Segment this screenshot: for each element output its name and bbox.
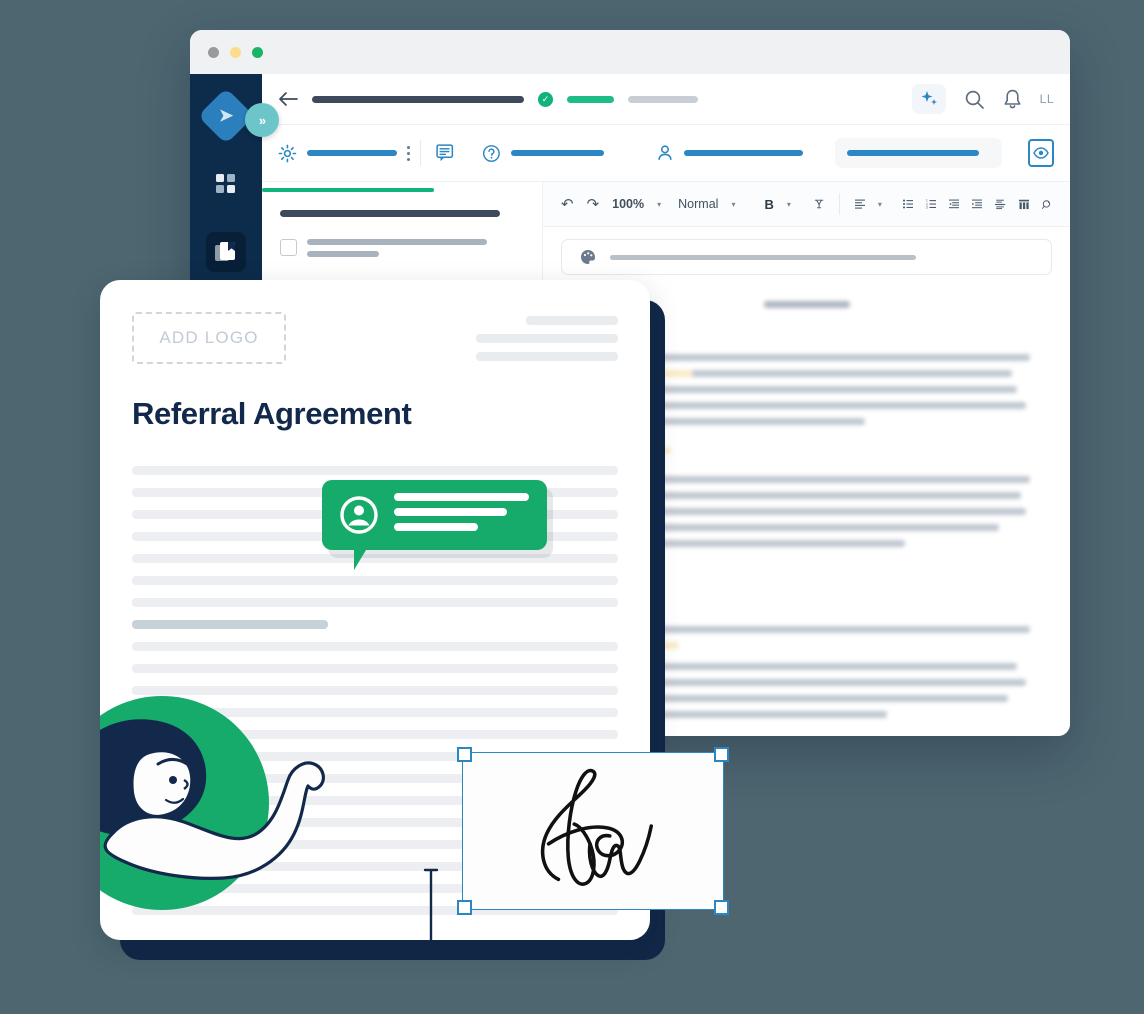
checkbox[interactable] [280,239,297,256]
illustration-eye [169,776,177,784]
window-titlebar [190,30,1070,74]
ai-assist-button[interactable] [911,84,946,114]
style-value-placeholder [610,254,916,260]
resize-handle-bottom-left[interactable] [457,900,472,915]
person-icon[interactable] [656,143,674,163]
style-input-row [543,227,1070,275]
arrow-left-icon[interactable] [278,91,298,107]
sidebar-expand-button[interactable]: » [245,103,279,137]
status-check-icon: ✓ [538,91,553,107]
avatar[interactable]: LL [1040,92,1054,106]
comment-bubble-lines [394,492,529,538]
app-logo-glyph: ➤ [218,106,234,125]
document-body-split-row-1 [132,576,618,585]
editor-toolbar: ↶ ↷ 100% ▾ Normal ▾ B ▾ ▾ 1 2 3 [543,182,1070,227]
eye-icon [1033,147,1050,159]
woman-illustration [100,696,325,910]
toolbar-divider [419,140,421,166]
document-header-lines [476,316,618,370]
sidebar-expand-label: » [258,112,266,128]
resize-handle-top-right[interactable] [714,747,729,762]
text-caret-icon [423,868,439,940]
help-circle-icon[interactable] [482,143,501,164]
indent-icon[interactable] [972,197,983,211]
toolbar-search-input[interactable] [834,138,1003,168]
clear-formatting-icon[interactable] [814,196,824,212]
sidebar-item-documents[interactable] [206,232,246,272]
grid-icon [216,174,235,193]
resize-handle-top-left[interactable] [457,747,472,762]
secondary-toolbar [262,125,1070,182]
zoom-level[interactable]: 100% [612,197,644,211]
page-title: Referral Agreement [132,396,412,431]
page-break-icon[interactable] [995,197,1006,212]
gear-icon[interactable] [278,143,297,164]
search-value-placeholder [846,150,979,156]
assignee-label-placeholder [684,150,803,156]
toolbar-divider-2 [839,193,840,215]
preview-button[interactable] [1028,139,1054,167]
palette-icon[interactable] [580,249,596,265]
settings-label-placeholder [306,150,397,156]
bullet-list-icon[interactable] [902,197,913,211]
topbar-actions: LL [911,84,1054,114]
table-icon[interactable] [1018,197,1029,212]
status-bar-inactive [628,95,698,103]
redo-button[interactable]: ↷ [587,195,600,213]
bold-chevron-down-icon[interactable]: ▾ [787,200,791,209]
more-vertical-icon[interactable] [406,145,410,161]
maximize-button[interactable] [252,46,263,58]
left-pane-checkbox-row[interactable] [280,239,524,263]
user-avatar-icon [340,496,378,534]
document-body-split-row-2 [132,598,618,607]
align-chevron-down-icon[interactable]: ▾ [878,200,882,209]
paragraph-style[interactable]: Normal [678,197,718,211]
status-bar-active [567,95,614,103]
document-title-placeholder [312,95,524,103]
style-chevron-down-icon[interactable]: ▾ [731,200,735,209]
align-left-icon[interactable] [854,197,865,211]
close-button[interactable] [208,46,219,58]
comment-icon[interactable] [436,143,456,163]
bold-button[interactable]: B [764,197,773,212]
sidebar-item-dashboard[interactable] [206,164,246,204]
document-selected-line[interactable] [132,620,328,629]
search-icon[interactable] [964,89,985,110]
zoom-chevron-down-icon[interactable]: ▾ [657,200,661,209]
resize-handle-bottom-right[interactable] [714,900,729,915]
minimize-button[interactable] [230,46,241,58]
add-logo-placeholder[interactable]: ADD LOGO [132,312,286,364]
signature-selection-box[interactable] [457,747,729,915]
app-topbar: ✓ LL [262,74,1070,125]
comment-bubble[interactable] [322,480,547,570]
svg-text:3: 3 [926,205,928,209]
sparkle-icon [921,91,937,105]
bell-icon[interactable] [1003,89,1022,110]
outdent-icon[interactable] [949,197,960,211]
color-style-input[interactable] [561,239,1052,275]
left-pane-text-lines [307,239,487,263]
doc-centered-heading [763,301,850,308]
find-replace-icon[interactable] [1041,197,1052,212]
numbered-list-icon[interactable]: 123 [926,197,937,211]
screenshot-stage: ➤ ✓ LL ↶ ↷ 100% ▾ Normal ▾ B ▾ ▾ 1 2 3 »… [0,0,1144,1014]
signature-image [540,768,654,886]
add-logo-label: ADD LOGO [159,328,259,347]
documents-icon [215,242,235,261]
left-pane-heading-placeholder [280,210,500,217]
help-label-placeholder [511,150,605,156]
undo-button[interactable]: ↶ [561,195,574,213]
